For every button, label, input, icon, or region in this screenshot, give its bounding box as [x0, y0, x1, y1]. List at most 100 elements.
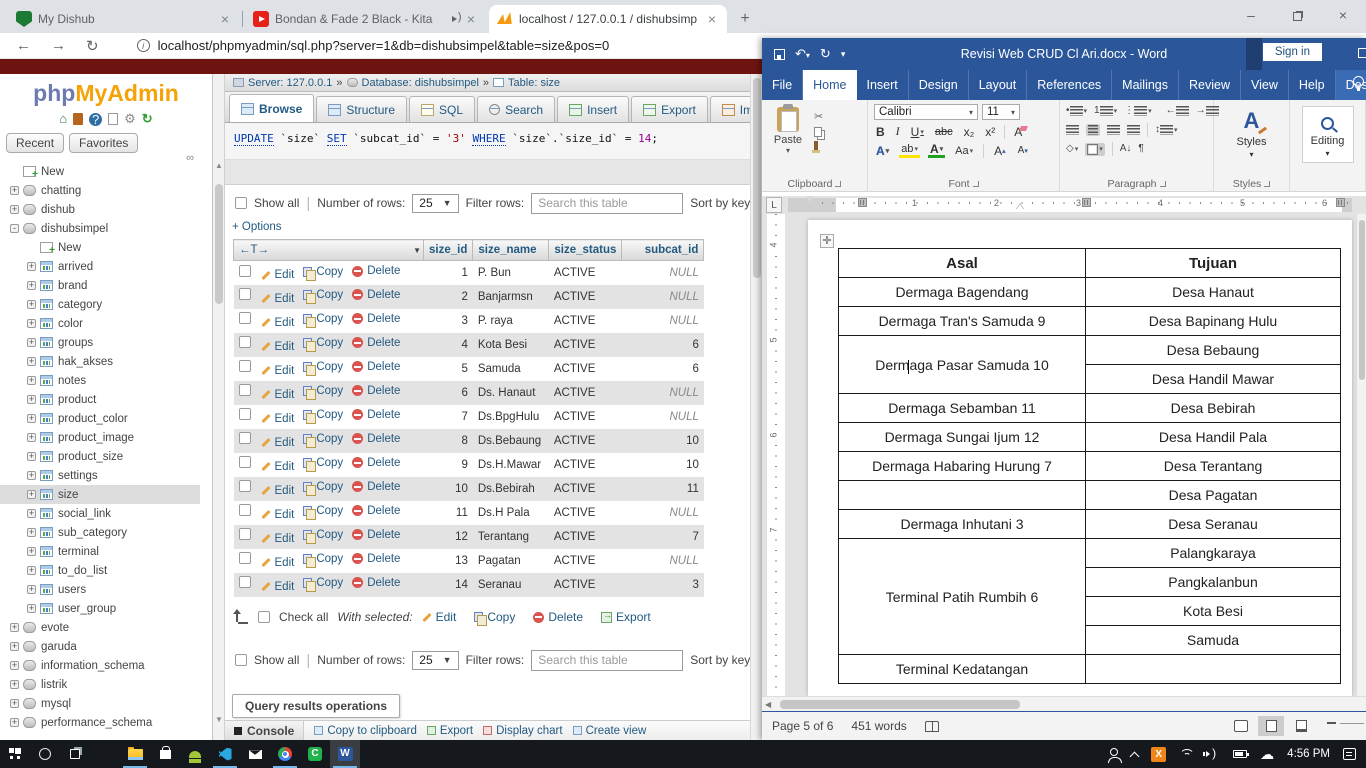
close-tab-icon[interactable]: ×	[705, 11, 719, 27]
ribbon-tab-mailings[interactable]: Mailings	[1112, 70, 1179, 100]
sort-button[interactable]: A↓	[1120, 144, 1132, 154]
row-edit-link[interactable]: Edit	[261, 413, 295, 425]
column-header-size_name[interactable]: size_name	[473, 240, 549, 261]
tree-expander-icon[interactable]: +	[27, 585, 36, 594]
doc-table-cell[interactable]: Pangkalanbun	[1086, 568, 1341, 597]
row-copy-link[interactable]: Copy	[303, 289, 343, 301]
tree-item-listrik[interactable]: +listrik	[0, 675, 200, 694]
console-link-export[interactable]: Export	[427, 725, 473, 737]
word-count[interactable]: 451 words	[851, 719, 906, 733]
ribbon-tab-references[interactable]: References	[1027, 70, 1112, 100]
document-table[interactable]: AsalTujuanDermaga BagendangDesa HanautDe…	[838, 248, 1341, 684]
tree-item-garuda[interactable]: +garuda	[0, 637, 200, 656]
customize-qat-icon[interactable]: ▾	[841, 49, 846, 60]
tree-expander-icon[interactable]: +	[10, 205, 19, 214]
tree-item-sub_category[interactable]: +sub_category	[0, 523, 200, 542]
favorites-button[interactable]: Favorites	[69, 133, 138, 153]
doc-table-cell[interactable]: Dermaga Sebamban 11	[839, 394, 1086, 423]
pma-tab-search[interactable]: Search	[477, 96, 555, 122]
pma-tab-browse[interactable]: Browse	[229, 94, 314, 122]
doc-table-cell[interactable]: Dermaga Pasar Samuda 10	[839, 336, 1086, 394]
bold-button[interactable]: B	[874, 125, 887, 139]
check-all-label[interactable]: Check all	[279, 610, 328, 624]
tree-item-user_group[interactable]: +user_group	[0, 599, 200, 618]
show-all-label[interactable]: Show all	[254, 653, 299, 667]
sign-in-button[interactable]: Sign in	[1263, 43, 1322, 61]
tree-item-product_image[interactable]: +product_image	[0, 428, 200, 447]
pma-tab-insert[interactable]: Insert	[557, 96, 629, 122]
numbering-button[interactable]: 1▾	[1094, 106, 1117, 116]
breadcrumb-table[interactable]: Table: size	[508, 77, 560, 89]
row-delete-link[interactable]: Delete	[352, 505, 400, 517]
undo-icon[interactable]: ↶▾	[795, 46, 810, 62]
tab-audio-icon[interactable]	[452, 14, 464, 24]
tree-item-to_do_list[interactable]: +to_do_list	[0, 561, 200, 580]
column-header-subcat_id[interactable]: subcat_id	[622, 240, 704, 261]
row-copy-link[interactable]: Copy	[303, 385, 343, 397]
tree-item-arrived[interactable]: +arrived	[0, 257, 200, 276]
shading-button[interactable]: ◇▾	[1066, 144, 1078, 154]
tree-expander-icon[interactable]: +	[27, 262, 36, 271]
row-delete-link[interactable]: Delete	[352, 361, 400, 373]
doc-header-cell[interactable]: Asal	[839, 249, 1086, 278]
forward-icon[interactable]: →	[51, 37, 66, 54]
rows-per-page-select[interactable]: 25▼	[412, 651, 458, 670]
doc-table-cell[interactable]: Desa Terantang	[1086, 452, 1341, 481]
row-checkbox[interactable]	[239, 336, 251, 348]
window-minimize-icon[interactable]: –	[1228, 0, 1274, 33]
doc-table-cell[interactable]: Samuda	[1086, 626, 1341, 655]
ribbon-tab-review[interactable]: Review	[1179, 70, 1241, 100]
refresh-icon[interactable]: ↻	[142, 112, 153, 126]
doc-table-cell[interactable]: Desa Bebirah	[1086, 394, 1341, 423]
row-checkbox[interactable]	[239, 576, 251, 588]
row-delete-link[interactable]: Delete	[352, 313, 400, 325]
format-painter-icon[interactable]	[814, 141, 818, 150]
row-copy-link[interactable]: Copy	[303, 577, 343, 589]
document-horizontal-scrollbar[interactable]: ◀	[762, 696, 1366, 711]
tree-expander-icon[interactable]: +	[10, 718, 19, 727]
tree-item-settings[interactable]: +settings	[0, 466, 200, 485]
ribbon-tab-home[interactable]: Home	[803, 70, 856, 100]
tree-item-dishub[interactable]: +dishub	[0, 200, 200, 219]
row-copy-link[interactable]: Copy	[303, 313, 343, 325]
tree-item-chatting[interactable]: +chatting	[0, 181, 200, 200]
ribbon-tab-insert[interactable]: Insert	[857, 70, 909, 100]
tree-item-performance_schema[interactable]: +performance_schema	[0, 713, 200, 732]
row-copy-link[interactable]: Copy	[303, 481, 343, 493]
change-case-button[interactable]: Aa▾	[953, 145, 975, 157]
console-link-display-chart[interactable]: Display chart	[483, 725, 562, 737]
tree-item-terminal[interactable]: +terminal	[0, 542, 200, 561]
xampp-tray-icon[interactable]: X	[1151, 747, 1166, 762]
doc-table-cell[interactable]: Palangkaraya	[1086, 539, 1341, 568]
doc-table-cell[interactable]: Dermaga Bagendang	[839, 278, 1086, 307]
tree-expander-icon[interactable]: +	[10, 680, 19, 689]
table-column-marker-icon[interactable]	[1336, 198, 1345, 207]
dialog-launcher-icon[interactable]	[835, 181, 841, 187]
row-checkbox[interactable]	[239, 288, 251, 300]
explorer-taskbar-icon[interactable]	[120, 740, 150, 768]
table-move-handle-icon[interactable]: ✛	[820, 234, 834, 248]
scroll-down-icon[interactable]: ▼	[213, 714, 225, 726]
ribbon-tab-design[interactable]: Design	[909, 70, 969, 100]
row-delete-link[interactable]: Delete	[352, 577, 400, 589]
line-spacing-button[interactable]: ↕▾	[1155, 125, 1178, 135]
tree-item-social_link[interactable]: +social_link	[0, 504, 200, 523]
tree-expander-icon[interactable]: +	[27, 547, 36, 556]
styles-button[interactable]: A Styles ▾	[1214, 104, 1289, 159]
tree-expander-icon[interactable]: +	[27, 281, 36, 290]
vscode-taskbar-icon[interactable]	[210, 740, 240, 768]
show-all-label[interactable]: Show all	[254, 196, 299, 210]
column-header-size_id[interactable]: size_id	[424, 240, 473, 261]
doc-header-cell[interactable]: Tujuan	[1086, 249, 1341, 278]
zoom-out-icon[interactable]	[1327, 722, 1336, 724]
doc-table-cell[interactable]: Dermaga Tran's Samuda 9	[839, 307, 1086, 336]
row-edit-link[interactable]: Edit	[261, 269, 295, 281]
scroll-up-icon[interactable]: ▲	[213, 160, 225, 172]
row-checkbox[interactable]	[239, 552, 251, 564]
show-paragraph-marks-button[interactable]: ¶	[1138, 144, 1143, 154]
tree-expander-icon[interactable]: +	[10, 661, 19, 670]
selected-edit-link[interactable]: Edit	[422, 610, 457, 624]
row-checkbox[interactable]	[239, 432, 251, 444]
font-name-select[interactable]: Calibri▾	[874, 104, 978, 120]
tree-item-brand[interactable]: +brand	[0, 276, 200, 295]
